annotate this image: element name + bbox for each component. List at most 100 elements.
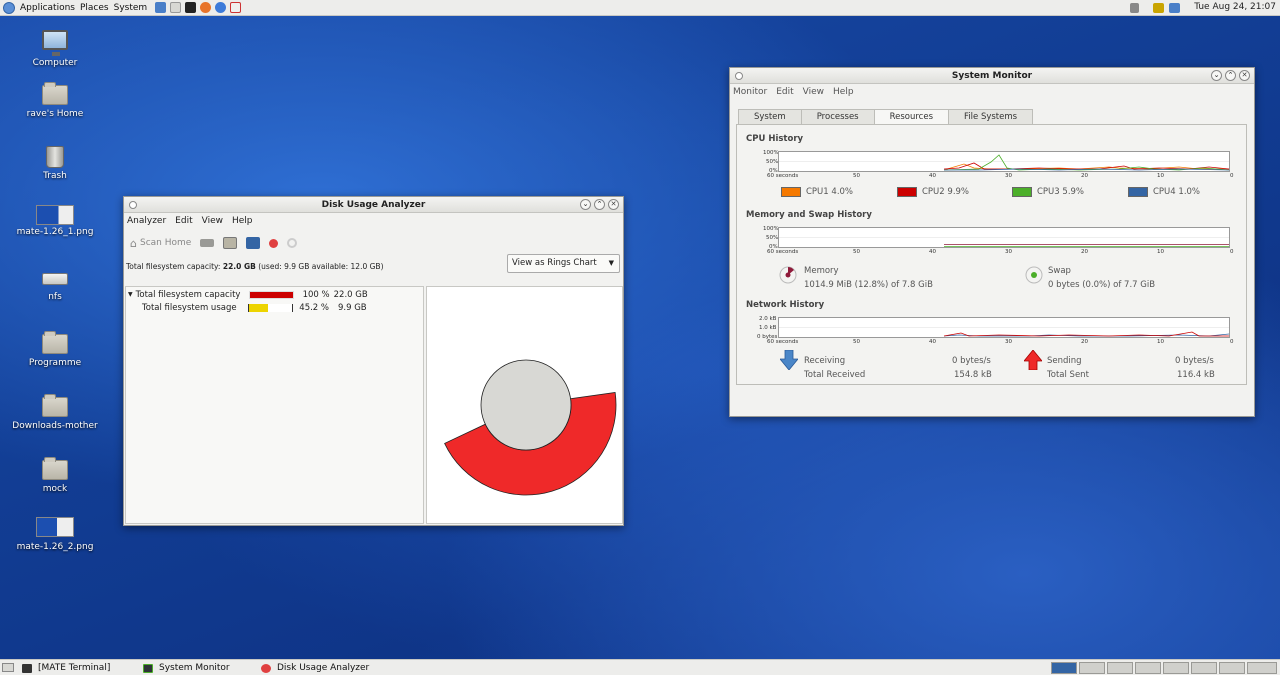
cpu1-color-swatch[interactable] [781,187,801,197]
applications-menu[interactable]: Applications [20,3,75,13]
menu-analyzer[interactable]: Analyzer [127,216,166,226]
disk-usage-toolbar: ⌂ Scan Home [124,229,623,257]
text-editor-launcher-icon[interactable] [170,2,182,13]
window-menu-icon[interactable] [735,72,743,80]
menu-edit[interactable]: Edit [175,216,192,226]
mate-logo-icon[interactable] [3,1,15,14]
tree-row-usage[interactable]: Total filesystem usage 45.2 % 9.9 GB [126,301,423,314]
desktop-icon-nfs[interactable]: nfs [10,273,100,302]
net-x-label-0: 0 [1230,339,1234,345]
mem-y-label-100: 100% [763,226,779,232]
stop-icon[interactable] [269,238,279,248]
memory-graph-svg [779,237,1229,247]
system-menu[interactable]: System [114,3,148,13]
memory-pie-icon[interactable] [778,265,798,285]
terminal-launcher-icon[interactable] [185,2,197,13]
row-size: 22.0 GB [333,289,368,300]
trash-icon [46,146,64,168]
sending-label: Sending [1047,356,1082,366]
refresh-icon[interactable] [287,238,298,248]
system-monitor-window[interactable]: System Monitor ⌄ ⌃ ✕ Monitor Edit View H… [729,67,1255,417]
disk-usage-window[interactable]: Disk Usage Analyzer ⌄ ⌃ ✕ Analyzer Edit … [123,196,624,526]
scan-folder-icon[interactable] [223,237,238,249]
tab-resources[interactable]: Resources [873,109,950,125]
taskbar-item-system-monitor[interactable]: System Monitor [143,661,230,675]
desktop-icon-computer[interactable]: Computer [10,30,100,68]
tree-row-capacity[interactable]: ▼ Total filesystem capacity 100 % 22.0 G… [126,288,423,301]
menu-edit[interactable]: Edit [776,87,793,97]
cpu1-legend[interactable]: CPU1 4.0% [781,187,853,197]
battery-icon[interactable] [1153,3,1164,13]
desktop-icon-downloads-mother[interactable]: Downloads-mother [10,394,100,431]
system-monitor-titlebar[interactable]: System Monitor ⌄ ⌃ ✕ [730,68,1254,84]
window-menu-icon[interactable] [129,201,137,209]
desktop-icon-label: Programme [28,358,82,368]
places-menu[interactable]: Places [80,3,109,13]
rings-chart[interactable] [427,287,624,525]
view-mode-select[interactable]: View as Rings Chart ▼ [507,254,620,273]
desktop-icon-mate-png-1[interactable]: mate-1.26_1.png [10,205,100,237]
workspace-8[interactable] [1247,662,1277,674]
tab-file-systems[interactable]: File Systems [948,109,1034,124]
desktop-icon-home[interactable]: rave's Home [10,82,100,119]
firefox-launcher-icon[interactable] [200,2,212,13]
receiving-arrow-icon[interactable] [780,350,798,370]
image-file-icon [36,517,74,537]
mem-x-label-10: 10 [1157,249,1164,255]
clock[interactable]: Tue Aug 24, 21:07 [1194,2,1276,12]
scan-remote-icon[interactable] [246,237,261,249]
disk-usage-titlebar[interactable]: Disk Usage Analyzer ⌄ ⌃ ✕ [124,197,623,213]
tab-system[interactable]: System [738,109,802,124]
desktop-icon-mock[interactable]: mock [10,457,100,494]
menu-view[interactable]: View [803,87,824,97]
ring-center[interactable] [480,359,572,451]
network-graph-svg [779,327,1230,337]
minimize-button[interactable]: ⌄ [580,199,591,210]
desktop-icon-trash[interactable]: Trash [10,146,100,181]
workspace-2[interactable] [1079,662,1105,674]
file-manager-launcher-icon[interactable] [155,2,167,13]
workspace-3[interactable] [1107,662,1133,674]
cpu4-color-swatch[interactable] [1128,187,1148,197]
cpu4-legend[interactable]: CPU4 1.0% [1128,187,1200,197]
mem-x-label-50: 50 [853,249,860,255]
menu-view[interactable]: View [202,216,223,226]
screenshot-launcher-icon[interactable] [230,2,242,13]
legend-label: CPU1 [806,187,829,197]
workspace-5[interactable] [1163,662,1189,674]
cpu3-legend[interactable]: CPU3 5.9% [1012,187,1084,197]
cpu2-legend[interactable]: CPU2 9.9% [897,187,969,197]
desktop-icon-mate-png-2[interactable]: mate-1.26_2.png [10,517,100,552]
row-percent: 45.2 % [299,302,329,313]
folder-tree[interactable]: ▼ Total filesystem capacity 100 % 22.0 G… [125,286,424,524]
cpu2-color-swatch[interactable] [897,187,917,197]
volume-icon[interactable] [1130,3,1139,13]
close-button[interactable]: ✕ [608,199,619,210]
maximize-button[interactable]: ⌃ [594,199,605,210]
workspace-7[interactable] [1219,662,1245,674]
workspace-4[interactable] [1135,662,1161,674]
workspace-1[interactable] [1051,662,1077,674]
home-icon: ⌂ [130,236,137,250]
swap-pie-icon[interactable] [1024,265,1044,285]
scan-home-button[interactable]: ⌂ Scan Home [130,237,191,250]
scan-filesystem-icon[interactable] [200,239,215,247]
thunderbird-launcher-icon[interactable] [215,2,227,13]
expander-icon[interactable]: ▼ [128,291,133,298]
close-button[interactable]: ✕ [1239,70,1250,81]
menu-help[interactable]: Help [833,87,854,97]
rings-chart-pane[interactable] [426,286,623,524]
maximize-button[interactable]: ⌃ [1225,70,1236,81]
tab-processes[interactable]: Processes [800,109,875,124]
menu-monitor[interactable]: Monitor [733,87,767,97]
cpu3-color-swatch[interactable] [1012,187,1032,197]
workspace-6[interactable] [1191,662,1217,674]
network-tray-icon[interactable] [1169,3,1180,13]
desktop-icon-programme[interactable]: Programme [10,331,100,368]
minimize-button[interactable]: ⌄ [1211,70,1222,81]
taskbar-item-terminal[interactable]: [MATE Terminal] [22,661,110,675]
taskbar-item-disk-usage[interactable]: Disk Usage Analyzer [261,661,369,675]
menu-help[interactable]: Help [232,216,253,226]
show-desktop-icon[interactable] [2,663,14,672]
sending-arrow-icon[interactable] [1024,350,1042,370]
